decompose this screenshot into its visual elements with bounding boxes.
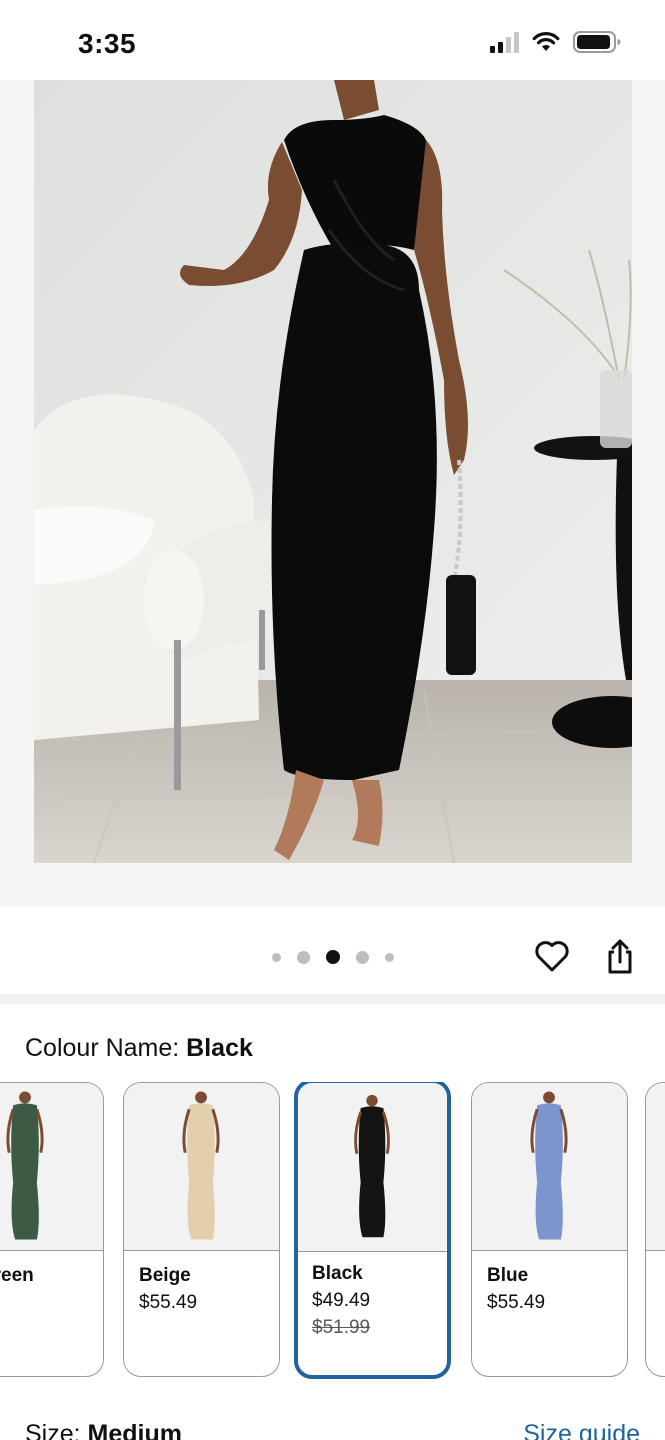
product-image-gallery[interactable] bbox=[0, 80, 665, 906]
dress-thumbnail-image bbox=[182, 1091, 220, 1240]
heart-icon bbox=[535, 941, 569, 972]
share-button[interactable] bbox=[600, 936, 640, 976]
swatch-thumbnail bbox=[124, 1083, 279, 1251]
wifi-icon bbox=[532, 32, 560, 51]
status-time: 3:35 bbox=[78, 28, 137, 59]
status-bar: 3:35 bbox=[0, 0, 665, 80]
dress-thumbnail-image bbox=[530, 1091, 568, 1240]
colour-label-text: Colour Name: bbox=[25, 1034, 187, 1062]
share-icon bbox=[608, 939, 632, 974]
pagination-dot[interactable] bbox=[297, 950, 310, 964]
selected-colour: Black bbox=[186, 1034, 253, 1062]
add-to-wishlist-button[interactable] bbox=[532, 936, 572, 976]
swatch-thumbnail bbox=[0, 1083, 103, 1251]
swatch-name: Black bbox=[312, 1263, 363, 1284]
pagination-dot[interactable] bbox=[272, 952, 281, 962]
swatch-thumbnail bbox=[646, 1083, 665, 1251]
size-label: Size: Medium bbox=[25, 1420, 182, 1440]
swatch-blue[interactable]: Blue $55.49 bbox=[471, 1082, 628, 1377]
dress-thumbnail-image bbox=[354, 1094, 390, 1238]
swatch-name: y Green bbox=[0, 1265, 34, 1286]
dress-thumbnail-image bbox=[6, 1091, 44, 1240]
swatch-price: $49.49 bbox=[312, 1290, 371, 1311]
swatch-green[interactable]: y Green 49 bbox=[0, 1082, 104, 1377]
product-photo-illustration bbox=[34, 80, 632, 863]
pagination-dot[interactable] bbox=[356, 950, 369, 964]
swatch-beige[interactable]: Beige $55.49 bbox=[123, 1082, 280, 1377]
swatch-black-selected[interactable]: Black $49.49 $51.99 bbox=[294, 1082, 451, 1379]
swatch-old-price: $51.99 bbox=[312, 1317, 371, 1338]
status-icons bbox=[490, 30, 621, 54]
swatch-name: Blue bbox=[487, 1265, 529, 1286]
pagination-dot[interactable] bbox=[385, 952, 394, 962]
cellular-signal-icon bbox=[490, 31, 519, 53]
swatch-thumbnail bbox=[298, 1083, 447, 1252]
swatch-price: $55.49 bbox=[487, 1292, 546, 1313]
pagination-dot-active[interactable] bbox=[326, 950, 340, 964]
battery-icon bbox=[573, 31, 621, 53]
product-photo bbox=[34, 80, 632, 863]
colour-swatch-list[interactable]: y Green 49 Beige $55.49 Black $49.49 $51… bbox=[0, 1082, 665, 1382]
selected-size: Medium bbox=[87, 1420, 182, 1440]
size-guide-link[interactable]: Size guide bbox=[523, 1420, 640, 1440]
swatch-price: $55.49 bbox=[139, 1292, 198, 1313]
swatch-thumbnail bbox=[472, 1083, 627, 1251]
size-label-text: Size: bbox=[25, 1420, 88, 1440]
section-divider bbox=[0, 994, 665, 1004]
gallery-pagination bbox=[272, 950, 410, 964]
swatch-partial[interactable] bbox=[645, 1082, 665, 1377]
swatch-name: Beige bbox=[139, 1265, 191, 1286]
colour-name-label: Colour Name: Black bbox=[25, 1034, 253, 1063]
gallery-controls bbox=[0, 906, 665, 994]
